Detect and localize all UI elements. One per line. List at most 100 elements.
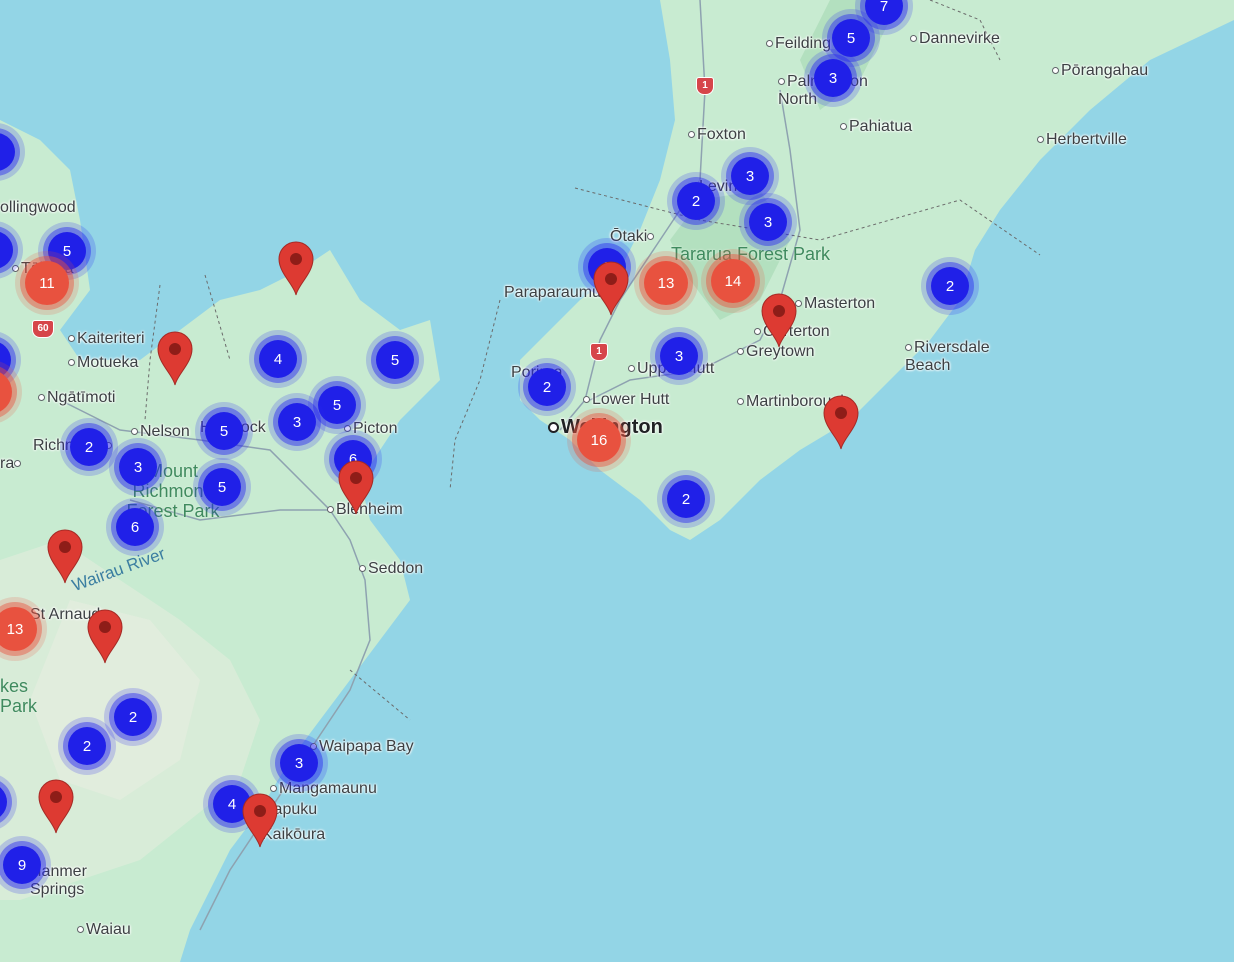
place-name: ollingwood: [0, 199, 76, 216]
marker-cluster[interactable]: 11: [25, 261, 69, 305]
place-label[interactable]: Feilding: [766, 35, 831, 53]
town-dot: [1052, 67, 1059, 75]
town-dot: [737, 398, 744, 406]
place-label[interactable]: Riversdale Beach: [905, 339, 1005, 375]
town-dot: [68, 335, 75, 343]
marker-cluster[interactable]: 2: [677, 182, 715, 220]
place-name: Pōrangahau: [1061, 62, 1149, 79]
marker-cluster[interactable]: 2: [667, 480, 705, 518]
place-name: Lower Hutt: [592, 391, 670, 408]
place-name: Waiau: [86, 921, 131, 938]
place-name: Nelson: [140, 423, 190, 440]
place-label[interactable]: Picton: [344, 420, 397, 438]
place-label[interactable]: Paraparaumu: [504, 284, 601, 302]
place-label[interactable]: ra: [0, 455, 23, 473]
marker-cluster[interactable]: 9: [3, 846, 41, 884]
town-dot: [1037, 136, 1044, 144]
marker-cluster[interactable]: 3: [814, 59, 852, 97]
place-label[interactable]: Herbertville: [1037, 131, 1127, 149]
park-label: Tararua Forest Park: [671, 244, 831, 264]
highway-shield: 1: [590, 343, 608, 361]
marker-cluster[interactable]: 2: [931, 267, 969, 305]
marker-cluster[interactable]: 4: [259, 340, 297, 378]
marker-cluster[interactable]: 2: [68, 727, 106, 765]
place-label[interactable]: Pahiatua: [840, 118, 912, 136]
place-label[interactable]: Waipapa Bay: [310, 738, 414, 756]
place-label[interactable]: Masterton: [795, 295, 875, 313]
marker-cluster[interactable]: 13: [644, 261, 688, 305]
map-pin-icon[interactable]: [86, 608, 124, 664]
place-label[interactable]: Seddon: [359, 560, 423, 578]
town-dot: [77, 926, 84, 934]
map-pin-icon[interactable]: [337, 459, 375, 515]
place-label[interactable]: Kaiteriteri: [68, 330, 145, 348]
place-label[interactable]: Motueka: [68, 354, 138, 372]
map-pin-icon[interactable]: [156, 330, 194, 386]
town-dot: [359, 565, 366, 573]
map-pin-icon[interactable]: [37, 778, 75, 834]
marker-cluster[interactable]: 2: [70, 428, 108, 466]
town-dot: [131, 428, 138, 436]
place-label[interactable]: Pōrangahau: [1052, 62, 1148, 80]
place-label[interactable]: Waiau: [77, 921, 131, 939]
place-name: Kaiteriteri: [77, 330, 145, 347]
place-label[interactable]: Lower Hutt: [583, 391, 669, 409]
map-pin-icon[interactable]: [822, 394, 860, 450]
town-dot: [38, 394, 45, 402]
marker-cluster[interactable]: 5: [832, 19, 870, 57]
town-dot: [688, 131, 695, 139]
park-label: kes Park: [0, 676, 38, 716]
map-pin-icon[interactable]: [760, 292, 798, 348]
place-name: Riversdale Beach: [905, 339, 990, 374]
marker-cluster[interactable]: 2: [114, 698, 152, 736]
map-pin-icon[interactable]: [241, 792, 279, 848]
marker-cluster[interactable]: 5: [318, 386, 356, 424]
place-label[interactable]: Nelson: [131, 423, 190, 441]
town-dot: [344, 425, 351, 433]
marker-cluster[interactable]: 16: [577, 418, 621, 462]
marker-cluster[interactable]: 3: [660, 337, 698, 375]
marker-cluster[interactable]: 14: [711, 259, 755, 303]
town-dot: [737, 348, 744, 356]
place-name: Mangamaunu: [279, 780, 377, 797]
marker-cluster[interactable]: 3: [119, 448, 157, 486]
place-label[interactable]: Foxton: [688, 126, 746, 144]
town-dot: [628, 365, 635, 373]
town-dot: [840, 123, 847, 131]
town-dot: [778, 78, 785, 86]
place-name: Masterton: [804, 295, 876, 312]
marker-cluster[interactable]: 2: [528, 368, 566, 406]
town-dot: [910, 35, 917, 43]
map-pin-icon[interactable]: [46, 528, 84, 584]
town-dot: [583, 396, 590, 404]
marker-cluster[interactable]: 6: [116, 508, 154, 546]
highway-shield: 1: [696, 77, 714, 95]
place-label[interactable]: ollingwood: [0, 199, 76, 217]
place-label[interactable]: Ngātīmoti: [38, 389, 115, 407]
highway-shield: 60: [32, 320, 54, 338]
marker-cluster[interactable]: 3: [731, 157, 769, 195]
map-pin-icon[interactable]: [277, 240, 315, 296]
place-name: Herbertville: [1046, 131, 1127, 148]
place-name: Waipapa Bay: [319, 738, 414, 755]
place-name: Motueka: [77, 354, 139, 371]
marker-cluster[interactable]: 5: [205, 412, 243, 450]
marker-cluster[interactable]: 3: [278, 403, 316, 441]
marker-cluster[interactable]: 5: [203, 468, 241, 506]
map-pin-icon[interactable]: [592, 260, 630, 316]
marker-cluster[interactable]: 3: [749, 203, 787, 241]
place-name: Foxton: [697, 126, 746, 143]
place-label[interactable]: Ōtaki: [610, 228, 656, 246]
place-label[interactable]: Dannevirke: [910, 30, 1000, 48]
town-dot: [905, 344, 912, 352]
marker-cluster[interactable]: 3: [280, 744, 318, 782]
place-name: Ngātīmoti: [47, 389, 116, 406]
place-name: Paraparaumu: [504, 284, 601, 301]
map-canvas[interactable]: Tararua Forest Park Mount Richmond Fores…: [0, 0, 1234, 962]
town-dot: [14, 460, 22, 468]
town-dot: [327, 506, 334, 514]
place-label[interactable]: Mangamaunu: [270, 780, 377, 798]
town-dot: [12, 265, 19, 273]
marker-cluster[interactable]: 5: [376, 341, 414, 379]
place-name: Seddon: [368, 560, 424, 577]
